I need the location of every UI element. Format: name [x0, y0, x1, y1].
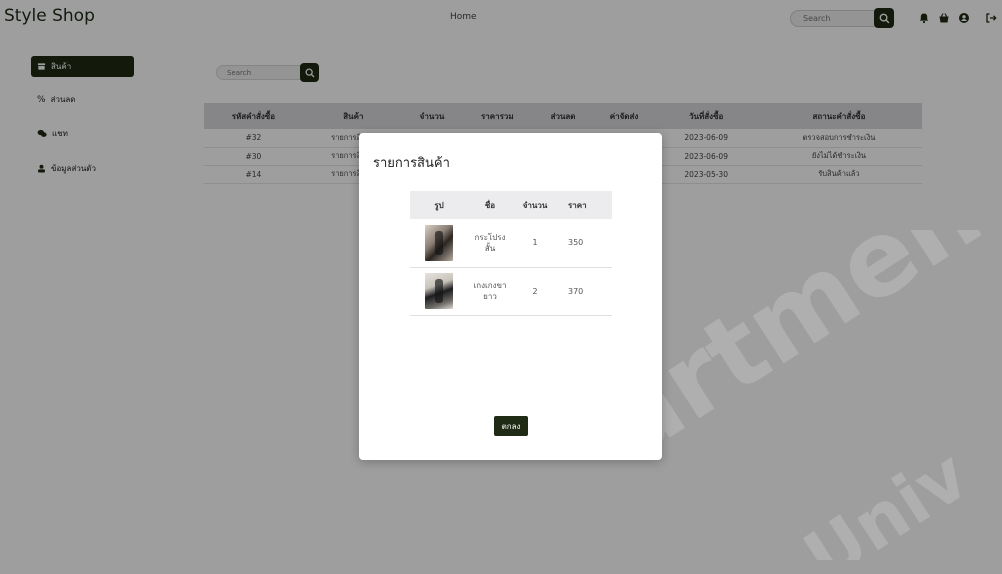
- ok-button[interactable]: ตกลง: [494, 416, 528, 436]
- col-name: ชื่อ: [468, 191, 512, 219]
- product-thumbnail: [425, 273, 453, 309]
- col-quantity: จำนวน: [512, 191, 558, 219]
- product-quantity: 2: [512, 267, 558, 316]
- modal-header-row: รูป ชื่อ จำนวน ราคา: [410, 191, 612, 219]
- product-price: 350: [558, 219, 612, 268]
- product-quantity: 1: [512, 219, 558, 268]
- list-item: กระโปรง สั้น 1 350: [410, 219, 612, 268]
- modal-title: รายการสินค้า: [373, 156, 450, 171]
- product-name: กระโปรง สั้น: [468, 219, 512, 268]
- product-name-line: สั้น: [484, 243, 496, 253]
- list-item: เกงเกงขา ยาว 2 370: [410, 267, 612, 316]
- order-items-modal: รายการสินค้า รูป ชื่อ จำนวน ราคา กระโปรง…: [359, 133, 662, 460]
- product-name-line: กระโปรง: [474, 232, 506, 242]
- col-price: ราคา: [558, 191, 612, 219]
- product-thumbnail: [425, 224, 453, 261]
- product-name: เกงเกงขา ยาว: [468, 267, 512, 316]
- product-price: 370: [558, 267, 612, 316]
- col-image: รูป: [410, 191, 468, 219]
- product-name-line: เกงเกงขา: [473, 281, 507, 290]
- product-name-line: ยาว: [483, 292, 497, 301]
- page: Style Shop Home สินค้า % ส่วนลด แชท: [0, 0, 1002, 574]
- modal-items-table: รูป ชื่อ จำนวน ราคา กระโปรง สั้น 1 350 เ…: [410, 191, 612, 316]
- product-thumbnail-cell: [410, 267, 468, 316]
- product-thumbnail-cell: [410, 219, 468, 268]
